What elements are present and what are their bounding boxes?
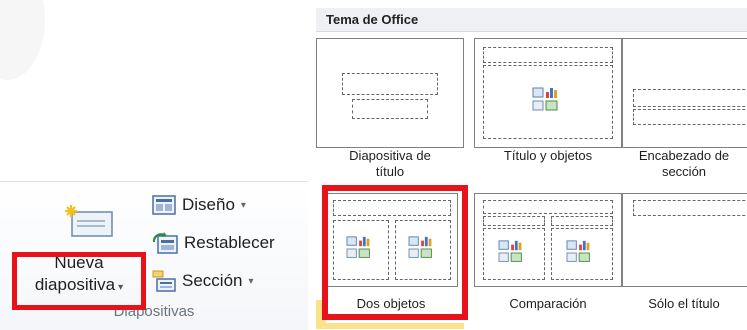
layout-label: Diapositiva de título — [316, 148, 464, 180]
layout-thumbnail — [474, 193, 622, 287]
right-content-placeholder — [551, 228, 613, 280]
layout-button[interactable]: Diseño ▾ — [152, 190, 246, 220]
left-content-placeholder — [483, 228, 545, 280]
reset-label: Restablecer — [184, 233, 275, 252]
title-placeholder — [633, 89, 747, 107]
layout-label: Sólo el título — [648, 296, 720, 311]
highlight-box-new-slide — [12, 252, 146, 310]
title-placeholder — [483, 200, 613, 214]
layout-tile-section-header[interactable]: Encabezado de sección — [622, 38, 747, 180]
layout-label-line2: sección — [661, 164, 707, 179]
layout-tile-title-slide[interactable]: Diapositiva de título — [316, 38, 464, 180]
layout-label: Encabezado de sección — [622, 148, 746, 180]
highlight-box-two-content — [322, 185, 468, 320]
content-icons-icon — [532, 87, 558, 111]
content-placeholder — [483, 65, 613, 139]
chevron-down-icon: ▾ — [248, 275, 254, 287]
section-label: Sección — [182, 271, 243, 290]
right-heading-placeholder — [551, 216, 613, 226]
content-icons-icon — [498, 240, 522, 262]
title-placeholder — [342, 73, 438, 95]
layout-tile-title-content[interactable]: Título y objetos — [474, 38, 622, 178]
layout-label-line1: Diapositiva de — [349, 148, 431, 163]
layout-label: Título y objetos — [474, 148, 622, 164]
background-decoration — [0, 0, 45, 80]
title-placeholder — [633, 200, 747, 216]
layout-thumbnail — [622, 193, 747, 287]
layout-tile-title-only[interactable]: Sólo el título — [622, 193, 747, 323]
chevron-down-icon: ▾ — [240, 199, 246, 211]
content-icons-icon — [566, 240, 590, 262]
layout-label-line1: Título y objetos — [503, 148, 593, 163]
layout-label: Comparación — [509, 296, 587, 311]
new-slide-icon — [65, 205, 113, 237]
reset-icon — [152, 232, 178, 254]
layout-thumbnail — [316, 38, 464, 148]
layout-tile-comparison[interactable]: Comparación — [474, 193, 622, 323]
text-placeholder — [633, 109, 747, 125]
section-icon — [152, 270, 176, 292]
layout-label-line2: título — [375, 164, 405, 179]
title-placeholder — [483, 47, 613, 63]
layout-label-line1: Encabezado de — [638, 148, 730, 163]
section-button[interactable]: Sección ▾ — [152, 266, 254, 296]
layout-label: Diseño — [182, 195, 235, 214]
layout-thumbnail — [622, 38, 747, 148]
subtitle-placeholder — [352, 99, 428, 119]
left-heading-placeholder — [483, 216, 545, 226]
gallery-header: Tema de Office — [316, 8, 747, 32]
layout-icon — [152, 195, 176, 215]
reset-button[interactable]: Restablecer — [152, 228, 275, 258]
layout-thumbnail — [474, 38, 622, 148]
